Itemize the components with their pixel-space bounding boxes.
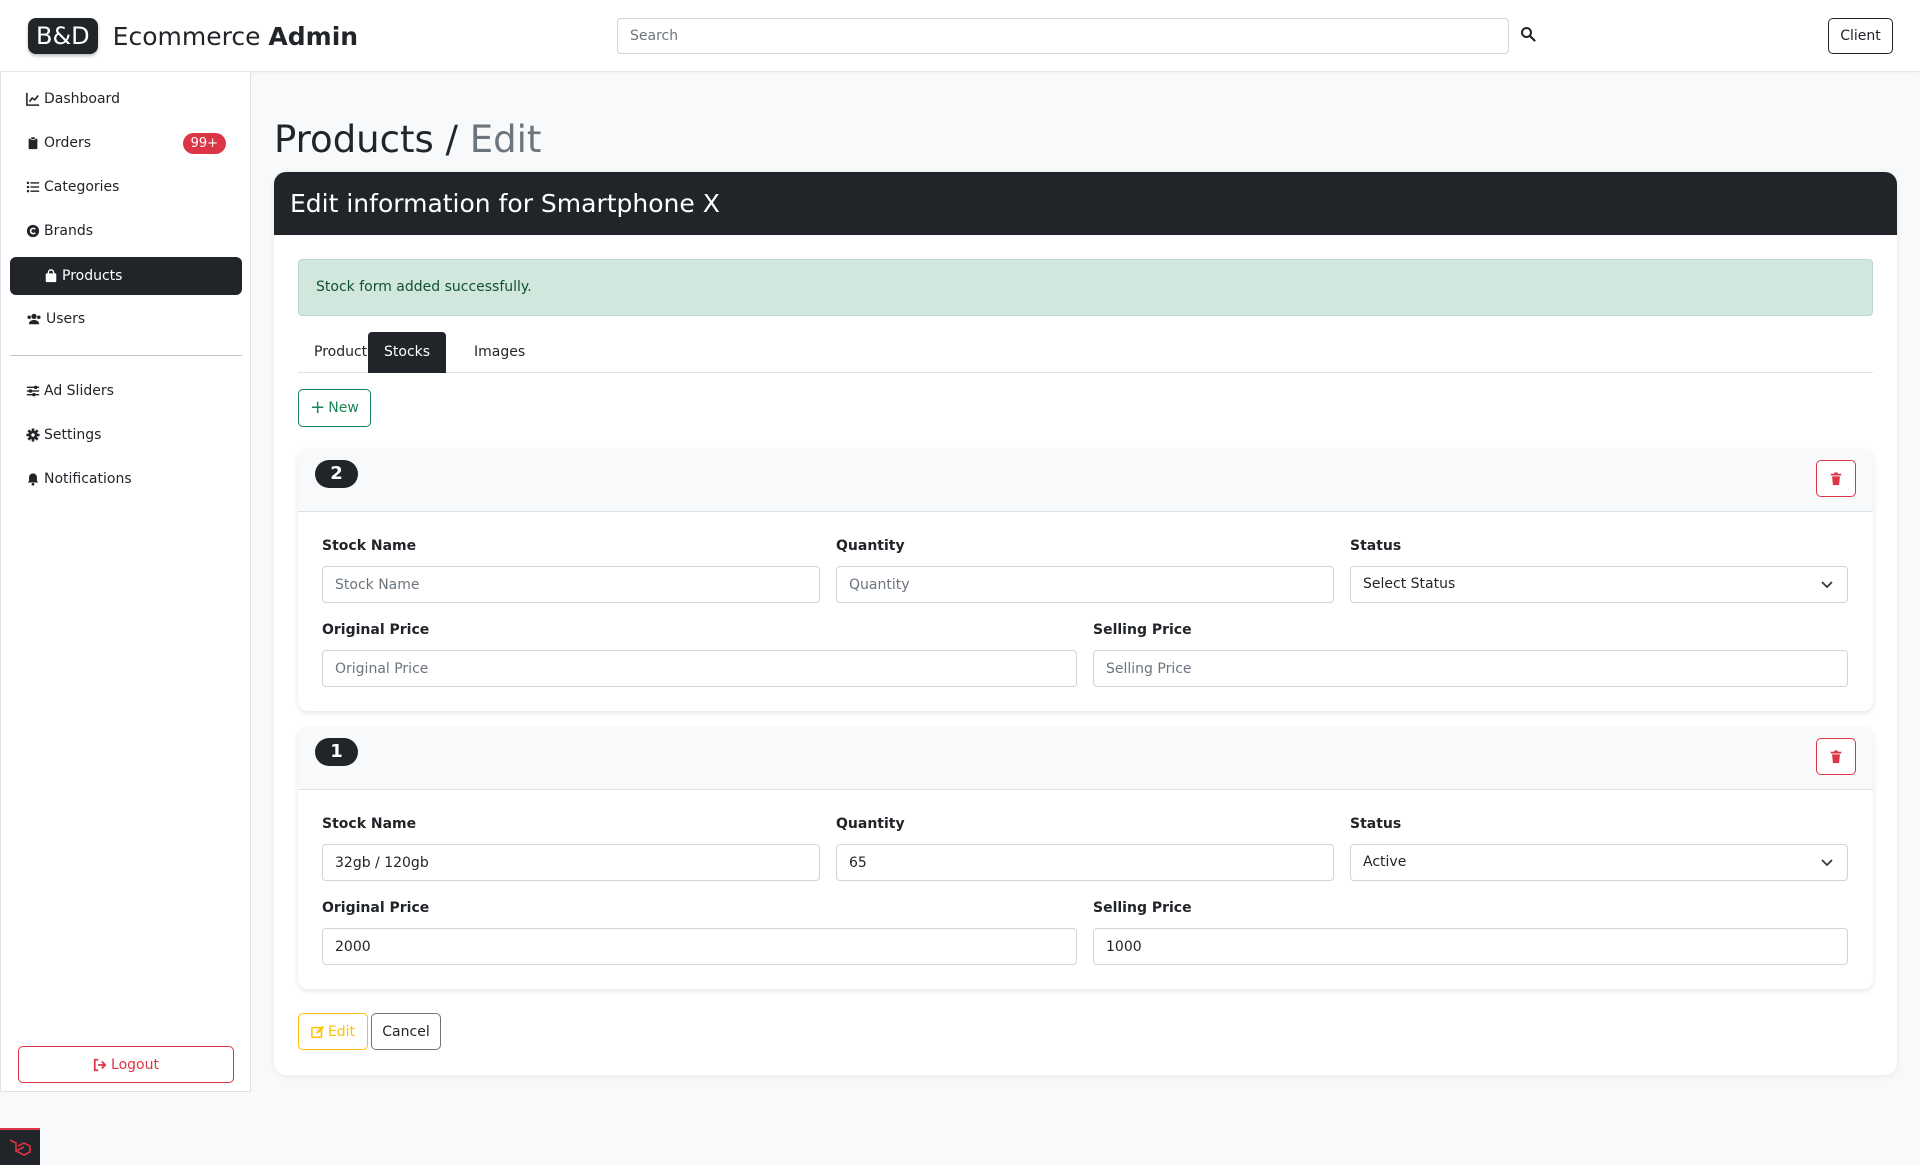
- sidebar-item-settings[interactable]: Settings: [10, 416, 242, 454]
- status-label: Status: [1350, 816, 1402, 832]
- brand-logo: B&D: [28, 18, 98, 54]
- stock-name-label: Stock Name: [322, 816, 417, 832]
- brand-title: Ecommerce Admin: [113, 22, 358, 51]
- status-select[interactable]: Select Status: [1350, 566, 1848, 603]
- sidebar-item-categories[interactable]: Categories: [10, 168, 242, 206]
- logout-button[interactable]: Logout: [18, 1046, 234, 1083]
- top-navbar: B&D Ecommerce Admin Client: [0, 0, 1920, 72]
- client-button[interactable]: Client: [1828, 18, 1893, 54]
- brand[interactable]: B&D Ecommerce Admin: [28, 18, 358, 54]
- quantity-label: Quantity: [836, 816, 905, 832]
- brand-title-regular: Ecommerce: [112, 21, 261, 51]
- trash-icon: [1830, 471, 1842, 485]
- edit-button[interactable]: Edit: [298, 1013, 368, 1050]
- edit-label: Edit: [327, 1023, 356, 1040]
- edit-product-card: Edit information for Smartphone X Stock …: [274, 172, 1897, 1075]
- copyright-icon: [26, 224, 40, 238]
- sidebar-item-orders[interactable]: Orders 99+: [10, 124, 242, 162]
- stock-form-header: 1: [298, 727, 1873, 790]
- status-label: Status: [1350, 538, 1402, 554]
- tabs: Product Stocks Images: [298, 332, 1873, 373]
- bell-icon: [27, 473, 39, 486]
- sidebar-item-label: Ad Sliders: [44, 383, 114, 399]
- stock-name-label: Stock Name: [322, 538, 417, 554]
- stock-name-input[interactable]: [322, 844, 820, 881]
- stock-form: 1 Stock Name Quantity Status Active Orig…: [298, 727, 1873, 989]
- sidebar-item-label: Categories: [44, 179, 120, 195]
- stock-name-input[interactable]: [322, 566, 820, 603]
- chevron-down-icon: [1821, 581, 1833, 589]
- selling-price-input[interactable]: [1093, 650, 1848, 687]
- sliders-icon: [26, 385, 40, 397]
- sidebar-item-ad-sliders[interactable]: Ad Sliders: [10, 372, 242, 410]
- laravel-logo-icon[interactable]: [0, 1128, 40, 1165]
- sidebar: Dashboard Orders 99+ Categories Brands P…: [0, 72, 251, 1092]
- quantity-input[interactable]: [836, 844, 1334, 881]
- shopping-bag-icon: [45, 269, 57, 283]
- chart-line-icon: [26, 92, 40, 106]
- tab-stocks[interactable]: Stocks: [368, 332, 447, 373]
- sidebar-item-users[interactable]: Users: [10, 300, 242, 338]
- chevron-down-icon: [1821, 859, 1833, 867]
- sidebar-item-brands[interactable]: Brands: [10, 212, 242, 250]
- sidebar-item-label: Orders: [44, 135, 92, 151]
- orders-count-badge: 99+: [182, 133, 226, 154]
- page-title-sub: Edit: [469, 118, 542, 161]
- status-select[interactable]: Active: [1350, 844, 1848, 881]
- status-selected-value: Active: [1363, 854, 1407, 870]
- search-icon[interactable]: [1520, 26, 1538, 44]
- edit-icon: [311, 1025, 325, 1038]
- sidebar-divider: [10, 355, 242, 356]
- new-stock-label: New: [328, 400, 359, 416]
- cancel-button[interactable]: Cancel: [371, 1013, 441, 1050]
- users-icon: [27, 313, 41, 325]
- sidebar-item-label: Settings: [44, 427, 102, 443]
- sign-out-icon: [93, 1058, 107, 1071]
- card-header: Edit information for Smartphone X: [274, 172, 1897, 235]
- plus-icon: +: [310, 397, 326, 418]
- sidebar-item-label: Products: [62, 268, 123, 284]
- stock-form: 2 Stock Name Quantity Status Select Stat…: [298, 449, 1873, 711]
- sidebar-item-label: Notifications: [44, 471, 132, 487]
- quantity-input[interactable]: [836, 566, 1334, 603]
- delete-stock-button[interactable]: [1816, 460, 1856, 497]
- original-price-label: Original Price: [322, 622, 430, 638]
- new-stock-button[interactable]: + New: [298, 389, 371, 427]
- stock-number-badge: 2: [315, 460, 358, 488]
- status-selected-value: Select Status: [1363, 576, 1456, 592]
- search-input[interactable]: [617, 18, 1509, 54]
- stock-form-header: 2: [298, 449, 1873, 512]
- quantity-label: Quantity: [836, 538, 905, 554]
- delete-stock-button[interactable]: [1816, 738, 1856, 775]
- original-price-label: Original Price: [322, 900, 430, 916]
- sidebar-item-notifications[interactable]: Notifications: [10, 460, 242, 498]
- original-price-input[interactable]: [322, 650, 1077, 687]
- selling-price-label: Selling Price: [1093, 622, 1192, 638]
- page-title: Products / Edit: [274, 118, 541, 161]
- sidebar-item-dashboard[interactable]: Dashboard: [10, 80, 242, 118]
- selling-price-input[interactable]: [1093, 928, 1848, 965]
- stock-number-badge: 1: [315, 738, 358, 766]
- sidebar-item-products[interactable]: Products: [10, 257, 242, 295]
- logout-label: Logout: [111, 1056, 159, 1073]
- list-icon: [26, 181, 40, 193]
- gear-icon: [26, 428, 40, 442]
- original-price-input[interactable]: [322, 928, 1077, 965]
- brand-title-bold: Admin: [268, 21, 359, 51]
- tab-images[interactable]: Images: [458, 332, 541, 373]
- sidebar-item-label: Dashboard: [44, 91, 120, 107]
- success-alert: Stock form added successfully.: [298, 259, 1873, 316]
- selling-price-label: Selling Price: [1093, 900, 1192, 916]
- sidebar-item-label: Brands: [44, 223, 93, 239]
- sidebar-item-label: Users: [46, 311, 86, 327]
- clipboard-icon: [28, 136, 38, 150]
- trash-icon: [1830, 749, 1842, 763]
- page-title-main: Products /: [274, 118, 458, 161]
